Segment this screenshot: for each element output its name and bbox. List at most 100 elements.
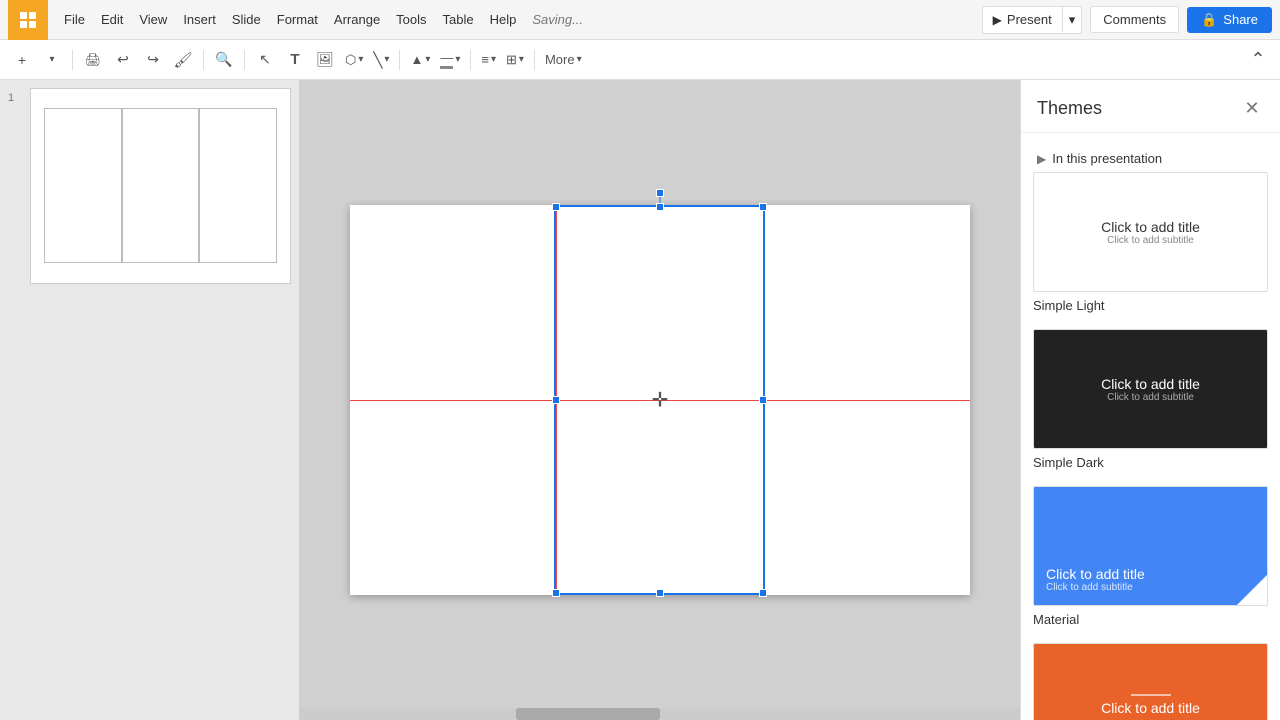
present-dropdown[interactable]: ▾	[1063, 7, 1082, 33]
close-icon: ✕	[1244, 98, 1259, 119]
canvas-area[interactable]: ✛	[300, 80, 1020, 720]
image-button[interactable]: 🖼	[311, 46, 339, 74]
chevron-right-icon: ▶	[1037, 152, 1046, 166]
slide-thumb-inner	[44, 108, 277, 263]
theme-title-simple-light: Click to add title	[1101, 219, 1200, 235]
present-icon: ▶	[993, 13, 1002, 27]
theme-subtitle-material: Click to add subtitle	[1046, 582, 1145, 593]
theme-item-material: Click to add title Click to add subtitle…	[1033, 486, 1268, 627]
line-chevron: ▾	[384, 54, 389, 65]
theme-item-simple-dark: Click to add title Click to add subtitle…	[1033, 329, 1268, 470]
toolbar-separator-5	[470, 50, 471, 70]
theme-name-simple-dark: Simple Dark	[1033, 455, 1268, 470]
cursor-button[interactable]: ↖	[251, 46, 279, 74]
fill-chevron: ▾	[425, 54, 430, 65]
more-label: More	[545, 52, 575, 67]
zoom-dropdown-button[interactable]: ▾	[38, 46, 66, 74]
print-button[interactable]: 🖨	[79, 46, 107, 74]
coral-line-accent	[1131, 694, 1171, 696]
share-label: Share	[1223, 12, 1258, 27]
line-weight-dropdown[interactable]: ≡ ▾	[477, 49, 500, 70]
theme-name-material: Material	[1033, 612, 1268, 627]
menu-tools[interactable]: Tools	[388, 8, 434, 31]
slide-list: 1	[8, 88, 291, 284]
line-dash-chevron: ▾	[519, 54, 524, 65]
add-button[interactable]: +	[8, 46, 36, 74]
horizontal-scrollbar[interactable]	[300, 708, 1020, 720]
toolbar: + ▾ 🖨 ↩ ↪ 🖌 🔍 ↖ T 🖼 ⬡ ▾ ╲ ▾ ▲ ▾ — ▾ ≡ ▾ …	[0, 40, 1280, 80]
zoom-button[interactable]: 🔍	[210, 46, 238, 74]
themes-header: Themes ✕	[1021, 80, 1280, 133]
app-logo[interactable]	[8, 0, 48, 40]
in-presentation-label: In this presentation	[1052, 151, 1162, 166]
menu-insert[interactable]: Insert	[175, 8, 224, 31]
menu-format[interactable]: Format	[269, 8, 326, 31]
saving-indicator: Saving...	[532, 12, 583, 27]
menu-bar: File Edit View Insert Slide Format Arran…	[0, 0, 1280, 40]
comments-button[interactable]: Comments	[1090, 6, 1179, 33]
share-button[interactable]: 🔒 Share	[1187, 7, 1272, 33]
toolbar-separator-1	[72, 50, 73, 70]
present-main[interactable]: ▶ Present	[983, 7, 1063, 32]
theme-item-coral: Click to add title	[1033, 643, 1268, 720]
collapse-icon: ⌃	[1250, 49, 1265, 70]
line-dash-icon: ⊞	[506, 52, 517, 68]
theme-preview-simple-dark[interactable]: Click to add title Click to add subtitle	[1033, 329, 1268, 449]
slide-col-3	[199, 108, 277, 263]
themes-panel: Themes ✕ ▶ In this presentation Click to…	[1020, 80, 1280, 720]
grid-line-h1	[350, 400, 970, 401]
shape-dropdown[interactable]: ⬡ ▾	[341, 49, 367, 71]
line-dropdown[interactable]: ╲ ▾	[369, 48, 393, 72]
chevron-down-icon: ▾	[1069, 12, 1076, 27]
menu-table[interactable]: Table	[435, 8, 482, 31]
menu-edit[interactable]: Edit	[93, 8, 131, 31]
menu-help[interactable]: Help	[482, 8, 525, 31]
toolbar-separator-4	[399, 50, 400, 70]
theme-item-simple-light: Click to add title Click to add subtitle…	[1033, 172, 1268, 313]
menu-arrange[interactable]: Arrange	[326, 8, 388, 31]
main-area: 1	[0, 80, 1280, 720]
line-color-chevron: ▾	[455, 54, 460, 65]
theme-title-simple-dark: Click to add title	[1101, 376, 1200, 392]
present-label: Present	[1007, 12, 1052, 27]
text-button[interactable]: T	[281, 46, 309, 74]
toolbar-collapse-button[interactable]: ⌃	[1244, 46, 1272, 74]
slide-thumbnail-1[interactable]	[30, 88, 291, 284]
fill-color-dropdown[interactable]: ▲ ▾	[406, 49, 434, 70]
themes-title: Themes	[1037, 98, 1102, 119]
line-dash-dropdown[interactable]: ⊞ ▾	[502, 49, 528, 71]
theme-preview-material[interactable]: Click to add title Click to add subtitle	[1033, 486, 1268, 606]
themes-content: ▶ In this presentation Click to add titl…	[1021, 133, 1280, 720]
line-color-dropdown[interactable]: — ▾	[436, 47, 464, 72]
slide-col-2	[122, 108, 200, 263]
line-weight-icon: ≡	[481, 52, 489, 67]
theme-subtitle-simple-light: Click to add subtitle	[1107, 235, 1194, 246]
menu-slide[interactable]: Slide	[224, 8, 269, 31]
slide-number-1: 1	[8, 88, 24, 104]
fill-icon: ▲	[410, 52, 423, 67]
shape-icon: ⬡	[345, 52, 356, 68]
in-presentation-section[interactable]: ▶ In this presentation	[1033, 145, 1268, 172]
line-icon: ╲	[373, 51, 382, 69]
menu-file[interactable]: File	[56, 8, 93, 31]
selection-top-handle[interactable]	[656, 189, 664, 197]
lock-icon: 🔒	[1201, 12, 1217, 28]
present-button[interactable]: ▶ Present ▾	[982, 6, 1083, 34]
toolbar-separator-6	[534, 50, 535, 70]
theme-preview-coral[interactable]: Click to add title	[1033, 643, 1268, 720]
menu-view[interactable]: View	[131, 8, 175, 31]
redo-button[interactable]: ↪	[139, 46, 167, 74]
line-weight-chevron: ▾	[491, 54, 496, 65]
slide-canvas[interactable]: ✛	[350, 205, 970, 595]
more-button[interactable]: More ▾	[541, 49, 586, 70]
themes-close-button[interactable]: ✕	[1240, 96, 1264, 120]
undo-button[interactable]: ↩	[109, 46, 137, 74]
shape-chevron: ▾	[358, 54, 363, 65]
slide-col-1	[44, 108, 122, 263]
theme-preview-simple-light[interactable]: Click to add title Click to add subtitle	[1033, 172, 1268, 292]
paint-format-button[interactable]: 🖌	[169, 46, 197, 74]
theme-title-material: Click to add title	[1046, 566, 1145, 582]
toolbar-separator-2	[203, 50, 204, 70]
table-grid	[350, 205, 970, 595]
scrollbar-thumb[interactable]	[516, 708, 660, 720]
